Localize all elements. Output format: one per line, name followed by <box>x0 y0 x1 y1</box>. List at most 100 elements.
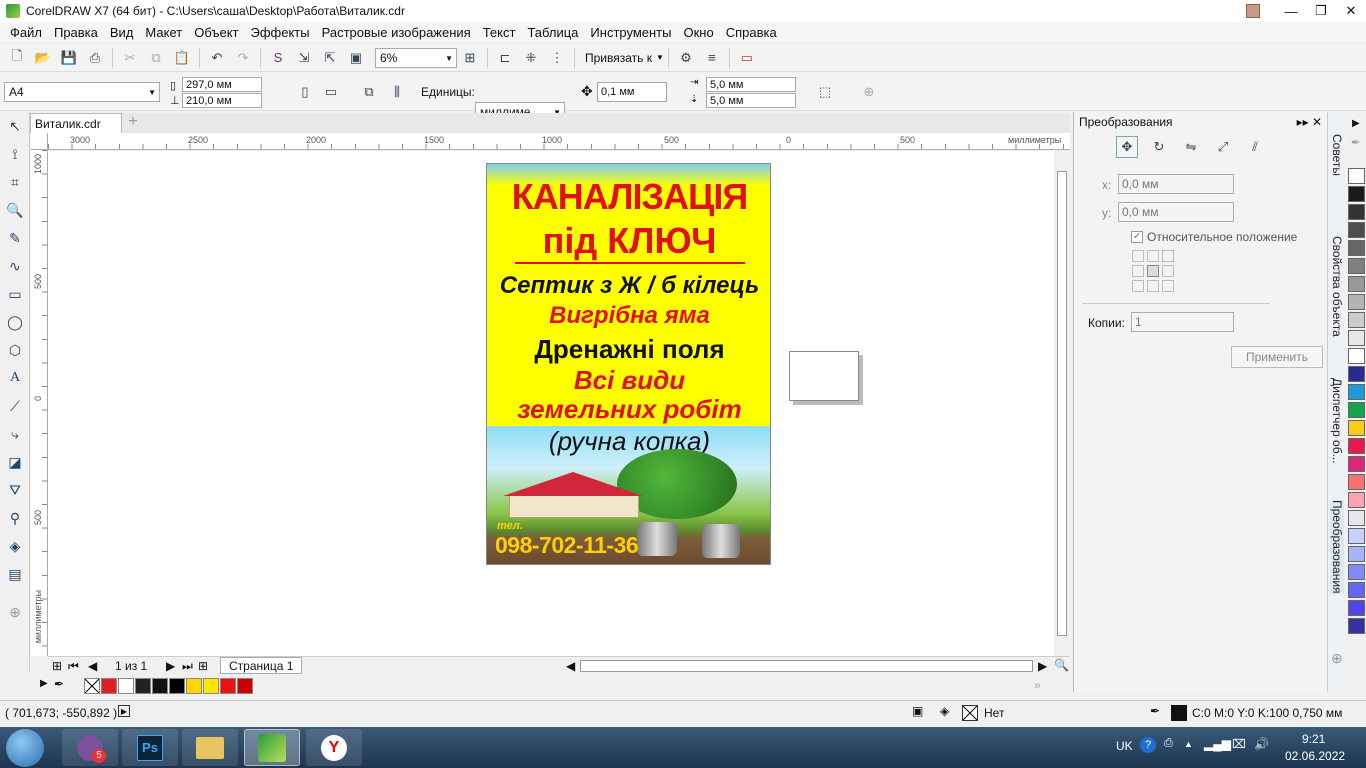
y-position-field[interactable]: 0,0 мм <box>1118 202 1234 222</box>
open-folder-icon[interactable]: 📂 <box>32 47 54 69</box>
add-page-after-icon[interactable]: ⊞ <box>198 659 208 673</box>
palette-color-swatch[interactable] <box>1348 258 1365 274</box>
menu-table[interactable]: Таблица <box>527 25 578 40</box>
palette-color-swatch[interactable] <box>1348 618 1365 634</box>
undo-icon[interactable]: ↶ <box>206 47 228 69</box>
polygon-tool-icon[interactable]: ⬡ <box>0 336 30 364</box>
parallel-dimension-icon[interactable]: ⟋ <box>0 392 30 420</box>
connector-tool-icon[interactable]: ⤷ <box>0 420 30 448</box>
palette-expand-icon[interactable]: ▶ <box>40 678 48 689</box>
transparency-tool-icon[interactable]: ⛛ <box>0 476 30 504</box>
application-launcher-icon[interactable]: ≡ <box>701 47 723 69</box>
treat-as-filled-icon[interactable]: ⬚ <box>814 81 836 103</box>
page-size-combo[interactable]: A4 ▼ <box>4 82 160 102</box>
color-swatch[interactable] <box>169 678 185 694</box>
minimize-button[interactable]: — <box>1276 0 1306 22</box>
empty-page-frame[interactable] <box>789 351 859 401</box>
add-page-before-icon[interactable]: ⊞ <box>52 659 62 673</box>
palette-color-swatch[interactable] <box>1348 294 1365 310</box>
palette-color-swatch[interactable] <box>1348 492 1365 508</box>
language-indicator[interactable]: UK <box>1116 739 1133 753</box>
palette-scroll-up-icon[interactable]: ▶ <box>1352 118 1360 129</box>
x-position-field[interactable]: 0,0 мм <box>1118 174 1234 194</box>
color-swatch[interactable] <box>186 678 202 694</box>
palette-color-swatch[interactable] <box>1348 222 1365 238</box>
palette-color-swatch[interactable] <box>1348 420 1365 436</box>
nudge-distance-field[interactable]: 0,1 мм <box>597 82 667 102</box>
eyedropper-icon[interactable]: ⚲ <box>0 504 30 532</box>
network-icon[interactable]: ▂▄▆ <box>1204 737 1231 751</box>
snap-to-dropdown[interactable]: Привязать к <box>585 51 652 65</box>
navigator-icon[interactable]: 🔍 <box>1054 658 1069 672</box>
menu-view[interactable]: Вид <box>110 25 134 40</box>
palette-color-swatch[interactable] <box>1348 330 1365 346</box>
tab-hints[interactable]: Советы <box>1330 134 1344 176</box>
position-transform-icon[interactable]: ✥ <box>1116 136 1138 158</box>
color-proof-icon[interactable]: ▣ <box>912 704 923 718</box>
color-swatch[interactable] <box>101 678 117 694</box>
save-icon[interactable]: 💾 <box>58 47 80 69</box>
help-icon[interactable]: ? <box>1140 737 1156 753</box>
palette-color-swatch[interactable] <box>1348 168 1365 184</box>
palette-color-swatch[interactable] <box>1348 474 1365 490</box>
palette-color-swatch[interactable] <box>1348 438 1365 454</box>
interactive-fill-icon[interactable]: ◈ <box>0 532 30 560</box>
horizontal-scrollbar[interactable] <box>580 660 1033 672</box>
new-tab-icon[interactable]: + <box>124 114 142 131</box>
no-color-swatch[interactable] <box>84 678 100 694</box>
menu-edit[interactable]: Правка <box>54 25 98 40</box>
page-tab[interactable]: Страница 1 <box>220 657 303 674</box>
palette-color-swatch[interactable] <box>1348 240 1365 256</box>
ruler-origin[interactable] <box>31 133 48 150</box>
palette-color-swatch[interactable] <box>1348 186 1365 202</box>
print-icon[interactable]: ⎙ <box>84 47 106 69</box>
taskbar-viber[interactable]: 5 <box>62 729 118 766</box>
clock-time[interactable]: 9:21 <box>1302 732 1325 746</box>
paste-icon[interactable]: 📋 <box>171 47 193 69</box>
color-swatch[interactable] <box>135 678 151 694</box>
welcome-screen-icon[interactable]: ▭ <box>736 47 758 69</box>
smart-fill-icon[interactable]: ▤ <box>0 560 30 588</box>
rotate-transform-icon[interactable]: ↻ <box>1148 136 1170 158</box>
add-tool-icon[interactable]: ⊕ <box>0 598 30 626</box>
menu-file[interactable]: Файл <box>10 25 42 40</box>
taskbar-yandex[interactable]: Y <box>306 729 362 766</box>
docker-close-icon[interactable]: ▸▸ ✕ <box>1297 115 1322 129</box>
menu-effects[interactable]: Эффекты <box>251 25 310 40</box>
duplicate-x-field[interactable]: 5,0 мм <box>706 77 796 92</box>
tab-object-manager[interactable]: Диспетчер об... <box>1330 378 1344 464</box>
skew-transform-icon[interactable]: ⫽ <box>1244 136 1266 158</box>
tab-object-properties[interactable]: Свойства объекта <box>1330 236 1344 337</box>
zoom-tool-icon[interactable]: 🔍 <box>0 196 30 224</box>
zoom-level-combo[interactable]: 6% ▼ <box>375 47 457 68</box>
landscape-icon[interactable]: ▭ <box>320 81 342 103</box>
palette-color-swatch[interactable] <box>1348 384 1365 400</box>
taskbar-photoshop[interactable]: Ps <box>122 729 178 766</box>
menu-tools[interactable]: Инструменты <box>590 25 671 40</box>
vertical-scrollbar[interactable] <box>1054 151 1070 656</box>
page-height-field[interactable]: 210,0 мм <box>182 93 262 108</box>
palette-color-swatch[interactable] <box>1348 276 1365 292</box>
color-swatch[interactable] <box>203 678 219 694</box>
redo-icon[interactable]: ↷ <box>232 47 254 69</box>
copy-icon[interactable]: ⧉ <box>145 47 167 69</box>
menu-help[interactable]: Справка <box>726 25 777 40</box>
show-hidden-icons[interactable]: ▲ <box>1184 739 1193 749</box>
status-expand-icon[interactable]: ▶ <box>118 705 130 717</box>
cut-icon[interactable]: ✂ <box>119 47 141 69</box>
palette-color-swatch[interactable] <box>1348 204 1365 220</box>
last-page-icon[interactable]: ⏭ <box>182 659 193 674</box>
pick-tool-icon[interactable]: ↖ <box>0 112 30 140</box>
scroll-right-icon[interactable]: ▶ <box>1038 659 1047 673</box>
show-grid-icon[interactable]: ⁜ <box>520 47 542 69</box>
new-document-icon[interactable]: 🗋 <box>6 47 28 69</box>
palette-color-swatch[interactable] <box>1348 366 1365 382</box>
menu-text[interactable]: Текст <box>483 25 516 40</box>
import-icon[interactable]: ⇲ <box>293 47 315 69</box>
publish-pdf-icon[interactable]: ▣ <box>345 47 367 69</box>
volume-icon[interactable]: 🔊 <box>1254 737 1269 751</box>
palette-color-swatch[interactable] <box>1348 546 1365 562</box>
page-width-field[interactable]: 297,0 мм <box>182 77 262 92</box>
relative-position-checkbox[interactable]: ✓ <box>1131 231 1143 243</box>
color-swatch[interactable] <box>152 678 168 694</box>
